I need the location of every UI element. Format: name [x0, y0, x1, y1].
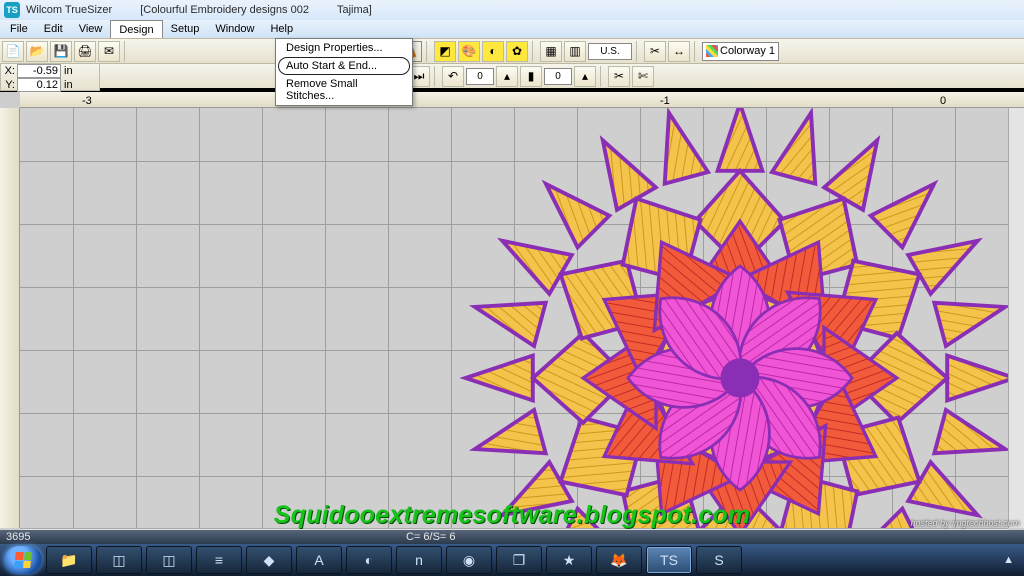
cut-tool[interactable]: ✂	[608, 66, 630, 87]
doc-format: Tajima]	[337, 4, 372, 16]
y-unit: in	[61, 79, 73, 91]
taskbar: 📁◫◫≡◆A◐n◉❐★🦊TSS ▲	[0, 544, 1024, 576]
status-cs: C= 6/S= 6	[406, 531, 466, 543]
y-value[interactable]: 0.12	[17, 78, 61, 92]
workspace: -3 -2 -1 0	[0, 92, 1024, 544]
trim-tool[interactable]: ✄	[632, 66, 654, 87]
taskbar-app-star[interactable]: ★	[546, 546, 592, 574]
y-label: Y:	[1, 79, 17, 91]
x-value[interactable]: -0.59	[17, 64, 61, 78]
menu-design[interactable]: Design	[110, 20, 162, 38]
spin-1[interactable]: 0	[466, 68, 494, 85]
v-ruler	[0, 108, 20, 528]
h-ruler: -3 -2 -1 0	[20, 92, 1024, 108]
colorway-swatch-icon	[706, 45, 718, 57]
doc-title: [Colourful Embroidery designs 002	[140, 4, 309, 16]
coord-panel: X: -0.59 in Y: 0.12 in	[0, 63, 100, 91]
app-title: Wilcom TrueSizer	[26, 4, 112, 16]
windows-icon	[14, 552, 32, 568]
open-button[interactable]: 📂	[26, 41, 48, 62]
ruler-button[interactable]: ▥	[564, 41, 586, 62]
btn-flower[interactable]: ✿	[506, 41, 528, 62]
menu-bar: File Edit View Design Setup Window Help	[0, 20, 1024, 38]
menu-setup[interactable]: Setup	[163, 20, 208, 38]
marker-button[interactable]: ▮	[520, 66, 542, 87]
grid-overlay	[20, 108, 1008, 528]
spin-2[interactable]: 0	[544, 68, 572, 85]
title-bar: TS Wilcom TrueSizer [Colourful Embroider…	[0, 0, 1024, 20]
spin-1-step[interactable]: ▴	[496, 66, 518, 87]
taskbar-explorer[interactable]: 📁	[46, 546, 92, 574]
menu-remove-small-stitches[interactable]: Remove Small Stitches...	[276, 75, 412, 105]
btn-shapes[interactable]: ◐	[482, 41, 504, 62]
toolbar-1: 📄 📂 💾 🖨 ✉ ◩ 🎨 ◐ ✿ ▦ ▥ U.S. ✂ ↔ Colorway …	[0, 38, 1024, 63]
start-button[interactable]	[4, 546, 42, 574]
colorway-select[interactable]: Colorway 1	[702, 42, 779, 61]
menu-help[interactable]: Help	[262, 20, 301, 38]
system-tray[interactable]: ▲	[1003, 554, 1020, 566]
units-select[interactable]: U.S.	[588, 43, 632, 60]
taskbar-unknown[interactable]: ◆	[246, 546, 292, 574]
grid-button[interactable]: ▦	[540, 41, 562, 62]
app-icon: TS	[4, 2, 20, 18]
v-scrollbar[interactable]	[1008, 108, 1024, 528]
x-unit: in	[61, 65, 73, 77]
menu-design-properties[interactable]: Design Properties...	[276, 39, 412, 57]
dim-button[interactable]: ↔	[668, 41, 690, 62]
menu-edit[interactable]: Edit	[36, 20, 71, 38]
taskbar-chrome[interactable]: ◉	[446, 546, 492, 574]
x-label: X:	[1, 65, 17, 77]
watermark: Squidooextremesoftware.blogspot.com	[0, 501, 1024, 530]
save-button[interactable]: 💾	[50, 41, 72, 62]
status-bar: 3695 C= 6/S= 6	[0, 530, 1024, 544]
menu-auto-start-end[interactable]: Auto Start & End...	[276, 57, 412, 75]
hosted-tag: hosted by imgtechhost.com	[910, 518, 1020, 528]
colorway-label: Colorway 1	[720, 45, 775, 57]
status-count: 3695	[6, 531, 66, 543]
btn-palette[interactable]: 🎨	[458, 41, 480, 62]
menu-view[interactable]: View	[71, 20, 111, 38]
taskbar-vbox2[interactable]: ◫	[146, 546, 192, 574]
menu-window[interactable]: Window	[207, 20, 262, 38]
btn-yellow[interactable]: ◩	[434, 41, 456, 62]
taskbar-media[interactable]: ◐	[346, 546, 392, 574]
design-dropdown: Design Properties... Auto Start & End...…	[275, 38, 413, 106]
measure-button[interactable]: ✂	[644, 41, 666, 62]
taskbar-document[interactable]: ❐	[496, 546, 542, 574]
canvas[interactable]	[20, 108, 1008, 528]
taskbar-app-n[interactable]: n	[396, 546, 442, 574]
taskbar-truesizer[interactable]: TS	[646, 546, 692, 574]
menu-file[interactable]: File	[2, 20, 36, 38]
toolbar-2: ⏮ ⏪ ◀ ▶ ⏩ ⏭ ↶ 0 ▴ ▮ 0 ▴ ✂ ✄	[0, 63, 1024, 88]
new-button[interactable]: 📄	[2, 41, 24, 62]
taskbar-vbox[interactable]: ◫	[96, 546, 142, 574]
taskbar-skype[interactable]: S	[696, 546, 742, 574]
taskbar-firefox[interactable]: 🦊	[596, 546, 642, 574]
spin-2-step[interactable]: ▴	[574, 66, 596, 87]
send-button[interactable]: ✉	[98, 41, 120, 62]
taskbar-mixer[interactable]: ≡	[196, 546, 242, 574]
undo-button[interactable]: ↶	[442, 66, 464, 87]
tray-icon[interactable]: ▲	[1003, 554, 1014, 566]
print-button[interactable]: 🖨	[74, 41, 96, 62]
taskbar-adobe[interactable]: A	[296, 546, 342, 574]
